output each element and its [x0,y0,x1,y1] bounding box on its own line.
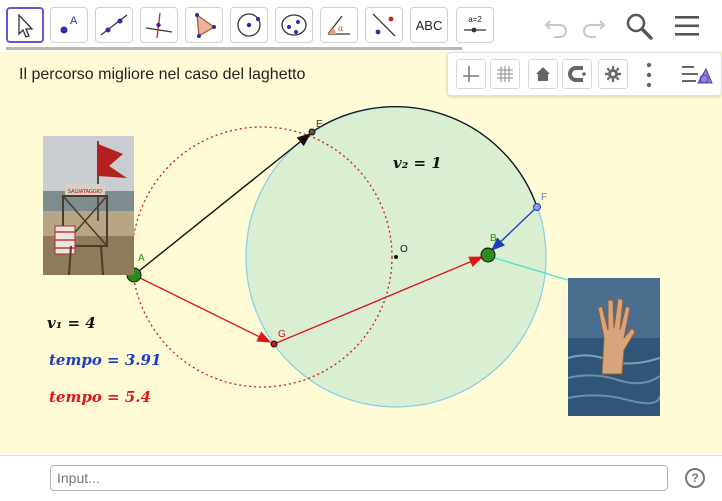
axes-button[interactable] [456,59,486,89]
v1-label: v₁ = 4 [47,314,96,332]
menu-icon [675,16,699,36]
svg-text:A: A [70,15,78,27]
gear-icon [605,66,621,82]
graphics-view[interactable]: Il percorso migliore nel caso del laghet… [0,52,722,454]
circle-tool-button[interactable] [230,7,268,43]
slider-tool-label: a=2 [468,15,482,24]
perpendicular-tool-button[interactable] [140,7,178,43]
lifeguard-image: SALVATAGGIO [43,136,134,275]
slider-tool-button[interactable]: a=2 [456,7,494,43]
label-a: A [138,253,145,264]
perpendicular-tool-icon [145,12,173,39]
label-o: O [400,244,408,255]
settings-button[interactable] [598,59,628,89]
polygon-tool-icon [195,13,216,38]
view-toggle-button[interactable] [680,61,714,89]
angle-tool-icon: α [327,15,350,35]
reflect-tool-button[interactable] [365,7,403,43]
ellipse-tool-icon [281,14,307,36]
point-tool-icon: A [60,15,78,34]
move-tool-icon [18,13,34,38]
point-b[interactable] [480,247,496,263]
redo-icon [583,20,606,38]
help-button[interactable]: ? [685,468,705,488]
point-o[interactable] [394,255,398,259]
text-tool-icon: ABC [415,17,443,33]
grid-icon [497,66,513,82]
tempo-blue-label: tempo = 3.91 [49,351,161,369]
point-g[interactable] [270,340,278,348]
grid-button[interactable] [490,59,520,89]
svg-text:α: α [338,24,344,33]
label-f: F [541,192,547,203]
input-field[interactable] [50,465,668,491]
reflect-tool-icon [372,13,396,37]
view-toggle-icon [682,66,713,84]
search-icon [626,13,653,40]
ellipse-tool-button[interactable] [275,7,313,43]
more-button[interactable] [644,61,654,89]
undo-button[interactable] [540,10,574,42]
home-icon [536,67,550,81]
style-bar [447,52,722,96]
home-button[interactable] [528,59,558,89]
toolbar-divider [6,47,462,50]
menu-button[interactable] [670,10,704,42]
label-b: B [490,233,497,244]
algebra-input-bar: ? [0,455,722,501]
move-tool-button[interactable] [6,7,44,43]
label-e: E [316,119,323,130]
label-g: G [278,329,286,340]
drowning-hand-image [568,278,660,416]
snap-button[interactable] [562,59,592,89]
line-tool-icon [100,14,128,36]
redo-button[interactable] [576,10,610,42]
v2-label: v₂ = 1 [393,154,442,172]
point-f[interactable] [533,203,541,211]
angle-tool-button[interactable]: α [320,7,358,43]
slider-tool-icon: a=2 [464,15,486,33]
toolbar: A α ABC a=2 [0,0,722,50]
circle-tool-icon [237,13,261,37]
tempo-red-label: tempo = 5.4 [49,388,151,406]
point-tool-button[interactable]: A [50,7,88,43]
undo-icon [544,20,567,38]
point-e[interactable] [308,128,316,136]
svg-text:SALVATAGGIO: SALVATAGGIO [68,189,102,195]
line-tool-button[interactable] [95,7,133,43]
polygon-tool-button[interactable] [185,7,223,43]
more-icon [646,62,652,88]
magnet-icon [568,66,586,82]
axes-icon [463,66,479,82]
search-button[interactable] [622,10,656,42]
text-tool-button[interactable]: ABC [410,7,448,43]
